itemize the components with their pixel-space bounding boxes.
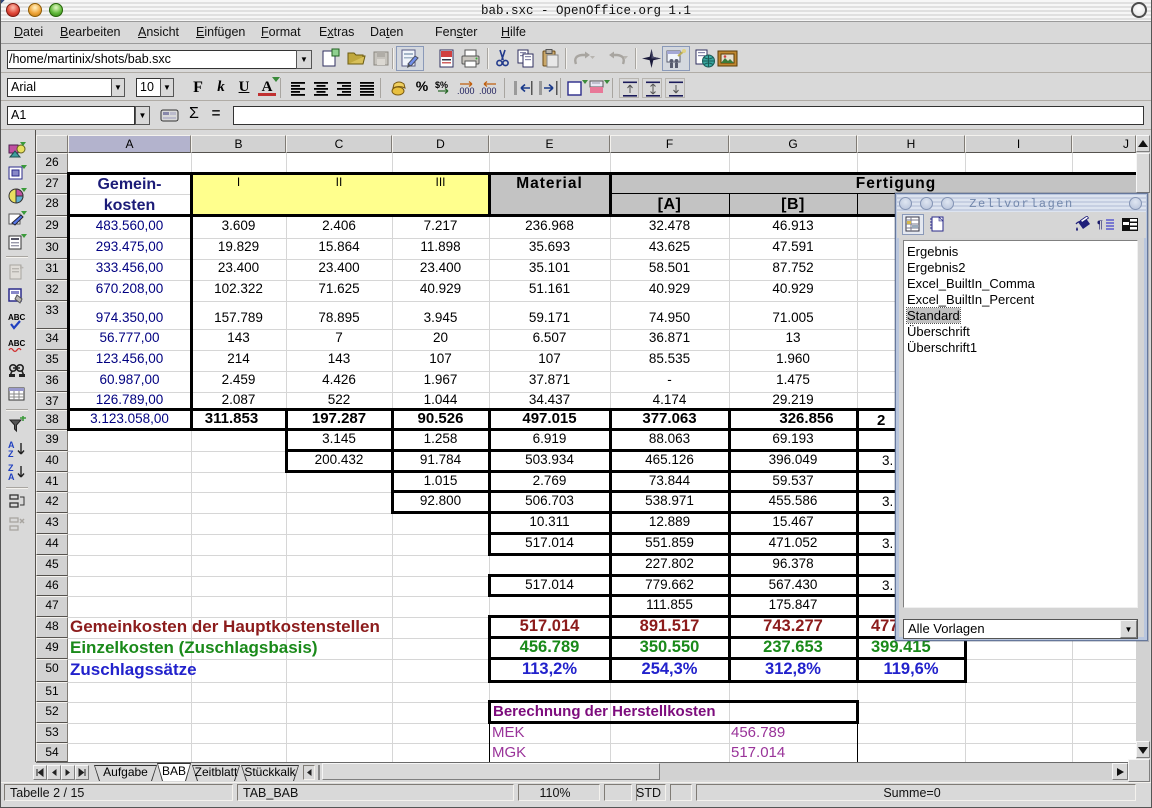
svg-text:ABC: ABC (8, 339, 26, 348)
svg-text:Z: Z (8, 449, 14, 458)
svg-text:A: A (8, 472, 15, 481)
svg-text:ABC: ABC (8, 313, 26, 322)
svg-text:$%: $% (435, 80, 448, 90)
svg-text:.000: .000 (457, 86, 475, 96)
svg-text:.000: .000 (479, 86, 497, 96)
svg-text:¶: ¶ (1097, 219, 1103, 231)
